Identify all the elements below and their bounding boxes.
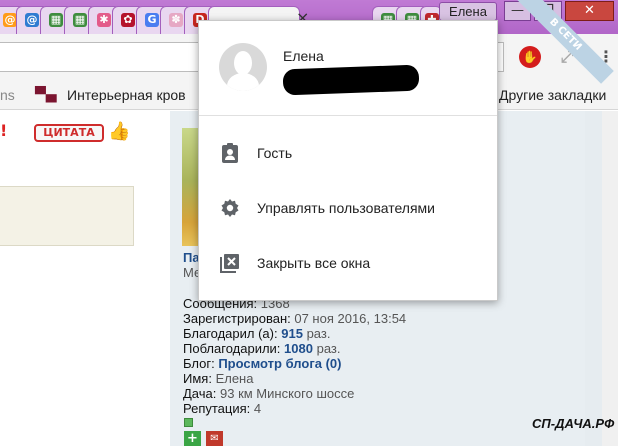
report-icon[interactable]: !	[0, 121, 7, 140]
registered-date: Зарегистрирован: 07 ноя 2016, 13:54	[183, 311, 407, 326]
bookmark-furniture[interactable]: Интерьерная кров	[67, 87, 186, 103]
mail-icon: @	[25, 13, 39, 27]
sheet-icon: ▦	[73, 13, 87, 27]
redacted-email	[282, 64, 420, 96]
add-friend-button[interactable]: +	[184, 431, 201, 446]
menu-item-manage-users[interactable]: Управлять пользователями	[199, 183, 497, 235]
reputation-line: Репутация: 4	[183, 401, 262, 416]
menu-divider	[199, 115, 497, 116]
menu-item-close-all-windows[interactable]: Закрыть все окна	[199, 238, 497, 290]
profile-menu: Елена Гость Управлять пользователями Зак…	[198, 20, 498, 301]
close-windows-icon	[220, 254, 239, 273]
flower-icon: ✽	[169, 13, 183, 27]
bed-icon: ▀▄	[35, 87, 57, 103]
stop-hand-extension-icon[interactable]: ✋	[519, 46, 541, 68]
dacha-line: Дача: 93 км Минского шоссе	[183, 386, 355, 401]
google-icon: G	[145, 13, 159, 27]
quote-button[interactable]: ЦИТАТА	[34, 124, 104, 142]
status-indicator	[184, 418, 193, 427]
profile-user-name: Елена	[283, 48, 324, 64]
gear-icon	[221, 199, 239, 217]
post-body	[0, 186, 134, 246]
guest-badge-icon	[222, 143, 238, 163]
name-line: Имя: Елена	[183, 371, 254, 386]
site-watermark: СП-ДАЧА.РФ	[532, 416, 615, 431]
profile-avatar	[219, 43, 267, 91]
close-window-button[interactable]: ✕	[565, 1, 614, 21]
menu-item-guest[interactable]: Гость	[199, 128, 497, 180]
profile-button[interactable]: Елена	[439, 2, 497, 21]
figure-icon: ✱	[97, 13, 111, 27]
mail-icon: @	[3, 13, 17, 27]
thanked-link[interactable]: 915	[281, 326, 303, 341]
thanks-received-link[interactable]: 1080	[284, 341, 313, 356]
sheet-icon: ▦	[49, 13, 63, 27]
scrollbar[interactable]	[602, 111, 618, 446]
post-column: ! ЦИТАТА 👍	[0, 111, 170, 446]
view-blog-link[interactable]: Просмотр блога (0)	[218, 356, 341, 371]
bookmark-other-folder[interactable]: Другие закладки	[499, 87, 606, 103]
rose-icon: ✿	[121, 13, 135, 27]
blog-line: Блог: Просмотр блога (0)	[183, 356, 342, 371]
bookmark-partial[interactable]: ns	[0, 87, 15, 103]
private-message-button[interactable]: ✉	[206, 431, 223, 446]
thanked-count: Благодарил (а): 915 раз.	[183, 326, 331, 341]
thumbs-up-icon[interactable]: 👍	[108, 121, 130, 142]
thanks-received-count: Поблагодарили: 1080 раз.	[183, 341, 341, 356]
